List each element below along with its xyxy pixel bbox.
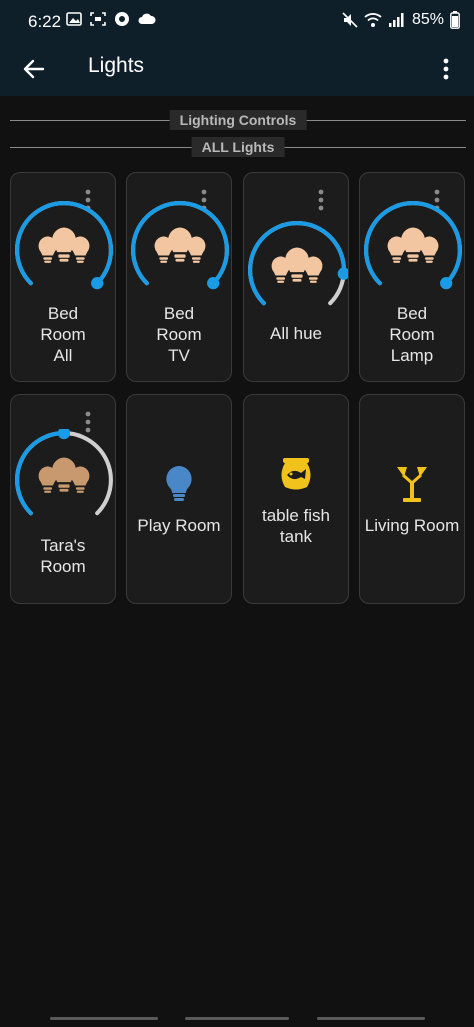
lamp-icon	[360, 465, 464, 503]
light-tile-bed-room-lamp[interactable]: Bed Room Lamp	[359, 172, 465, 382]
section-title: Lighting Controls	[169, 110, 307, 130]
tile-label: Living Room	[364, 516, 460, 535]
light-tile-play-room[interactable]: Play Room	[126, 394, 232, 604]
bulb-group-icon	[38, 457, 90, 493]
fish-tank-icon	[244, 457, 348, 491]
overflow-menu-button[interactable]	[436, 53, 456, 85]
back-button[interactable]	[18, 53, 50, 85]
nav-recents[interactable]	[50, 1017, 158, 1020]
more-options-icon[interactable]	[316, 189, 326, 211]
app-bar: Lights	[0, 42, 474, 96]
signal-icon	[388, 13, 404, 27]
tile-label: All hue	[270, 324, 322, 343]
light-tile-taras-room[interactable]: Tara's Room	[10, 394, 116, 604]
tile-label: Bed Room All	[40, 304, 86, 365]
notification-icons	[66, 11, 156, 27]
bulb-group-icon	[271, 247, 323, 283]
tile-label: Bed Room Lamp	[389, 304, 435, 365]
dial-knob[interactable]	[91, 277, 104, 290]
light-tile-table-fish-tank[interactable]: table fish tank	[243, 394, 349, 604]
brightness-dial[interactable]	[129, 199, 231, 301]
system-nav-bar	[0, 1010, 474, 1027]
sync-icon	[115, 12, 129, 26]
image-icon	[66, 12, 82, 26]
section-header-all-lights: ALL Lights	[10, 137, 466, 157]
tile-label: Bed Room TV	[156, 304, 202, 365]
status-bar: 6:22 85%	[0, 0, 474, 42]
status-time: 6:22	[28, 12, 62, 31]
battery-icon	[450, 11, 460, 29]
bulb-group-icon	[387, 227, 439, 263]
light-tile-bed-room-tv[interactable]: Bed Room TV	[126, 172, 232, 382]
nav-back[interactable]	[317, 1017, 425, 1020]
nav-home[interactable]	[185, 1017, 289, 1020]
bulb-icon	[127, 465, 231, 503]
section-header-lighting-controls: Lighting Controls	[10, 110, 466, 130]
bulb-group-icon	[154, 227, 206, 263]
tile-label: Play Room	[137, 516, 221, 535]
brightness-dial[interactable]	[246, 219, 348, 321]
dial-knob[interactable]	[337, 267, 348, 280]
tile-label: table fish tank	[261, 506, 331, 546]
dial-knob[interactable]	[440, 277, 453, 290]
dial-knob[interactable]	[207, 277, 220, 290]
dial-knob[interactable]	[57, 429, 71, 440]
overflow-menu-icon	[443, 58, 449, 80]
battery-level: 85%	[411, 11, 444, 28]
brightness-dial[interactable]	[13, 199, 115, 301]
wifi-icon	[364, 13, 382, 27]
screenshot-icon	[90, 12, 106, 26]
light-tile-all-hue[interactable]: All hue	[243, 172, 349, 382]
back-arrow-icon	[23, 59, 45, 79]
section-title: ALL Lights	[191, 137, 285, 157]
light-tile-living-room[interactable]: Living Room	[359, 394, 465, 604]
light-tile-bed-room-all[interactable]: Bed Room All	[10, 172, 116, 382]
tile-label: Tara's Room	[40, 536, 86, 576]
mute-icon	[342, 12, 358, 28]
system-icons: 85%	[342, 11, 460, 29]
page-title: Lights	[88, 54, 145, 77]
brightness-dial[interactable]	[362, 199, 464, 301]
brightness-dial[interactable]	[13, 429, 115, 531]
bulb-group-icon	[38, 227, 90, 263]
cloud-icon	[138, 13, 156, 24]
